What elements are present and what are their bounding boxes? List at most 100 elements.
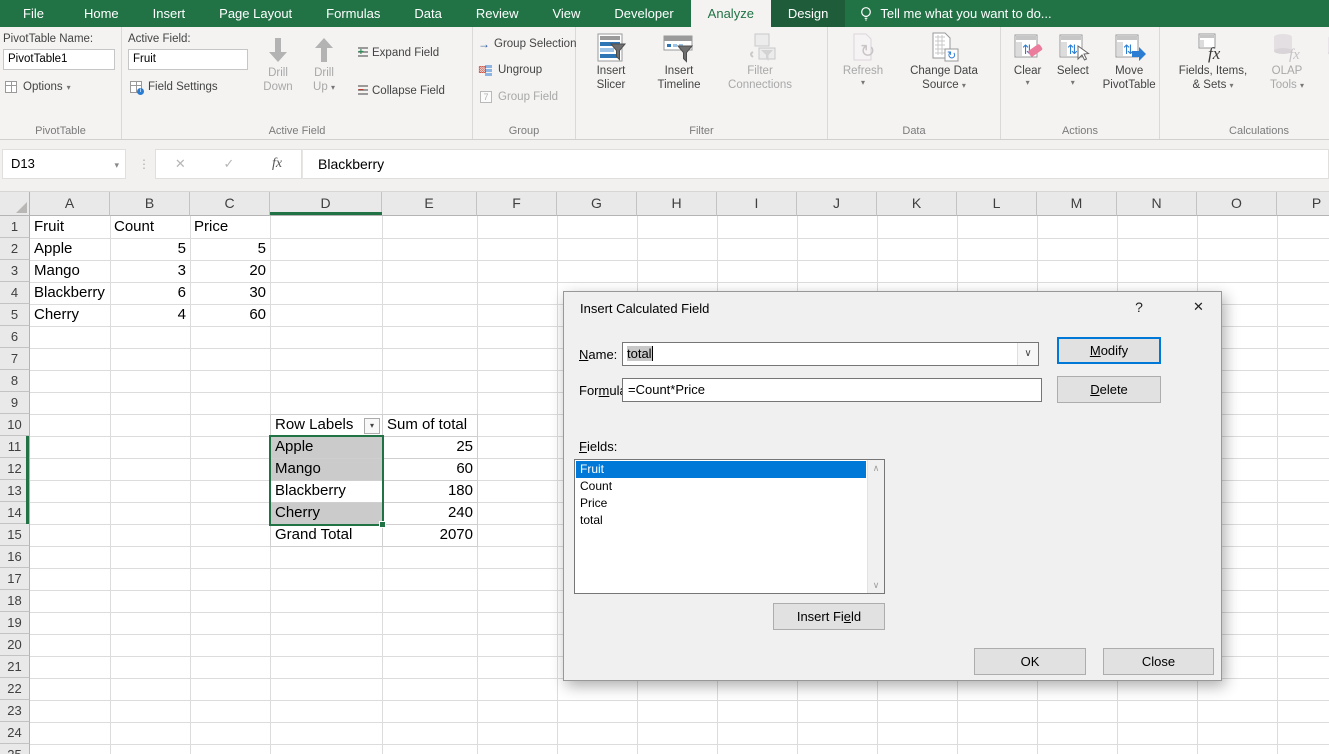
row-header-25[interactable]: 25 (0, 744, 30, 754)
column-header-I[interactable]: I (717, 192, 797, 216)
column-header-N[interactable]: N (1117, 192, 1197, 216)
cell-B4[interactable]: 6 (110, 282, 190, 304)
column-header-L[interactable]: L (957, 192, 1037, 216)
scroll-down-icon[interactable]: ∨ (868, 577, 884, 593)
enter-icon[interactable]: ✓ (223, 156, 234, 172)
column-header-F[interactable]: F (477, 192, 557, 216)
row-header-10[interactable]: 10 (0, 414, 30, 436)
cell-D15[interactable]: Grand Total (270, 524, 383, 547)
row-header-23[interactable]: 23 (0, 700, 30, 722)
ribbon-tab-developer[interactable]: Developer (597, 0, 690, 27)
row-header-17[interactable]: 17 (0, 568, 30, 590)
drill-down-button[interactable]: Drill Down (258, 31, 298, 95)
group-field-button[interactable]: 7 Group Field (478, 89, 575, 105)
fill-handle[interactable] (379, 521, 386, 528)
dialog-close-icon[interactable]: ✕ (1176, 292, 1221, 321)
cell-D10[interactable]: Row Labels▾ (270, 414, 383, 437)
pivottable-name-input[interactable]: PivotTable1 (3, 49, 115, 70)
ungroup-button[interactable]: Ungroup (478, 62, 575, 78)
field-list-item[interactable]: Count (576, 478, 866, 495)
column-header-H[interactable]: H (637, 192, 717, 216)
fields-scrollbar[interactable]: ∧ ∨ (867, 460, 884, 593)
cell-D14[interactable]: Cherry (270, 502, 383, 525)
ribbon-tab-analyze[interactable]: Analyze (691, 0, 771, 27)
row-header-22[interactable]: 22 (0, 678, 30, 700)
ribbon-tab-page-layout[interactable]: Page Layout (202, 0, 309, 27)
insert-field-button[interactable]: Insert Field (773, 603, 885, 630)
clear-button[interactable]: ⇅ Clear ▾ (1009, 29, 1046, 88)
row-header-7[interactable]: 7 (0, 348, 30, 370)
insert-function-icon[interactable]: fx (272, 156, 282, 172)
ribbon-tab-review[interactable]: Review (459, 0, 536, 27)
ribbon-tab-formulas[interactable]: Formulas (309, 0, 397, 27)
cell-A5[interactable]: Cherry (30, 304, 110, 326)
cell-A3[interactable]: Mango (30, 260, 110, 282)
cell-C5[interactable]: 60 (190, 304, 270, 326)
column-header-E[interactable]: E (382, 192, 477, 216)
row-header-21[interactable]: 21 (0, 656, 30, 678)
column-header-O[interactable]: O (1197, 192, 1277, 216)
insert-slicer-button[interactable]: Insert Slicer (582, 29, 640, 93)
scroll-up-icon[interactable]: ∧ (868, 460, 884, 476)
row-header-9[interactable]: 9 (0, 392, 30, 414)
row-header-1[interactable]: 1 (0, 216, 30, 238)
delete-button[interactable]: Delete (1057, 376, 1161, 403)
cell-C3[interactable]: 20 (190, 260, 270, 282)
row-header-3[interactable]: 3 (0, 260, 30, 282)
modify-button[interactable]: Modify (1057, 337, 1161, 364)
row-header-20[interactable]: 20 (0, 634, 30, 656)
name-box-dropdown-icon[interactable]: ▾ (114, 150, 119, 180)
field-list-item[interactable]: Price (576, 495, 866, 512)
refresh-button[interactable]: ↻ Refresh ▾ (836, 29, 890, 88)
cell-A4[interactable]: Blackberry (30, 282, 110, 304)
relationships-button-cut[interactable]: Re (1318, 29, 1329, 78)
select-button[interactable]: ⇅ Select ▾ (1052, 29, 1093, 88)
combo-dropdown-icon[interactable]: ∨ (1017, 343, 1038, 365)
ribbon-tab-data[interactable]: Data (397, 0, 458, 27)
row-header-5[interactable]: 5 (0, 304, 30, 326)
row-header-4[interactable]: 4 (0, 282, 30, 304)
column-header-A[interactable]: A (30, 192, 110, 216)
cell-C4[interactable]: 30 (190, 282, 270, 304)
row-header-24[interactable]: 24 (0, 722, 30, 744)
dialog-help-button[interactable]: ? (1130, 299, 1148, 315)
cell-B3[interactable]: 3 (110, 260, 190, 282)
cell-A1[interactable]: Fruit (30, 216, 110, 238)
row-labels-filter-button[interactable]: ▾ (364, 418, 380, 434)
row-header-8[interactable]: 8 (0, 370, 30, 392)
change-data-source-button[interactable]: ↻ Change Data Source ▾ (894, 29, 994, 93)
cell-D11[interactable]: Apple (270, 436, 383, 459)
close-button[interactable]: Close (1103, 648, 1214, 675)
formula-bar-handle-icon[interactable]: ⋮ (138, 149, 150, 179)
cell-C2[interactable]: 5 (190, 238, 270, 260)
formula-input[interactable]: Blackberry (302, 149, 1329, 179)
expand-field-button[interactable]: + Expand Field (352, 45, 439, 61)
field-settings-button[interactable]: i Field Settings (128, 79, 248, 95)
options-button[interactable]: Options ▾ (3, 79, 121, 95)
field-list-item[interactable]: total (576, 512, 866, 529)
row-header-2[interactable]: 2 (0, 238, 30, 260)
collapse-field-button[interactable]: − Collapse Field (352, 83, 445, 99)
cell-E13[interactable]: 180 (382, 480, 478, 503)
cancel-icon[interactable]: ✕ (175, 156, 186, 172)
cell-C1[interactable]: Price (190, 216, 270, 238)
name-box[interactable]: D13 ▾ (2, 149, 126, 179)
row-header-19[interactable]: 19 (0, 612, 30, 634)
cell-B2[interactable]: 5 (110, 238, 190, 260)
column-header-G[interactable]: G (557, 192, 637, 216)
column-header-C[interactable]: C (190, 192, 270, 216)
filter-connections-button[interactable]: Filter Connections (718, 29, 802, 93)
formula-field[interactable]: =Count*Price (622, 378, 1042, 402)
row-header-16[interactable]: 16 (0, 546, 30, 568)
cell-D13[interactable]: Blackberry (270, 480, 383, 503)
ribbon-tab-view[interactable]: View (535, 0, 597, 27)
ribbon-tab-insert[interactable]: Insert (136, 0, 203, 27)
olap-tools-button[interactable]: fx OLAP Tools ▾ (1264, 29, 1310, 93)
cell-E10[interactable]: Sum of total (382, 414, 478, 437)
ribbon-tab-file[interactable]: File (0, 0, 67, 27)
name-combobox[interactable]: total ∨ (622, 342, 1039, 366)
insert-timeline-button[interactable]: Insert Timeline (646, 29, 712, 93)
cell-E14[interactable]: 240 (382, 502, 478, 525)
cell-B5[interactable]: 4 (110, 304, 190, 326)
row-header-15[interactable]: 15 (0, 524, 30, 546)
